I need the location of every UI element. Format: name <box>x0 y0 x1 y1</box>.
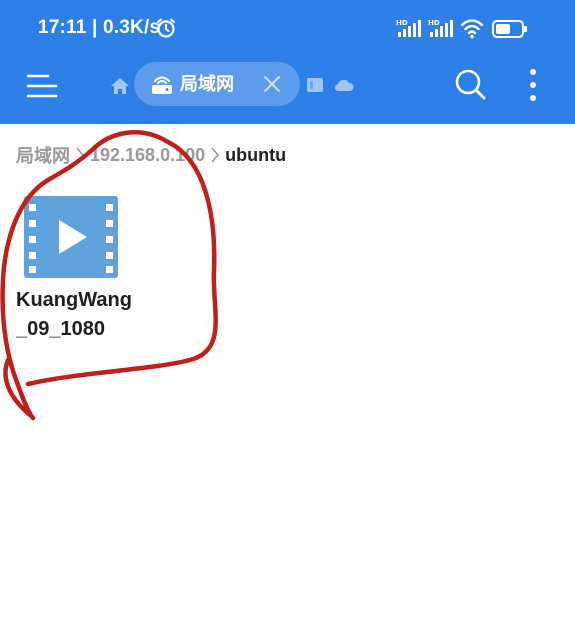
video-file-icon <box>24 196 118 278</box>
search-icon[interactable] <box>454 68 486 100</box>
menu-icon[interactable] <box>26 72 58 100</box>
hd-signal-icon: HD <box>396 19 421 37</box>
chevron-right-icon <box>211 147 220 163</box>
home-icon[interactable] <box>110 76 130 96</box>
storage-icon[interactable] <box>306 77 324 93</box>
chevron-right-icon <box>76 147 85 163</box>
more-vertical-icon[interactable] <box>524 68 542 102</box>
cloud-icon[interactable] <box>334 77 354 93</box>
svg-text:HD: HD <box>428 19 440 27</box>
top-app-bar: 17:11 | 0.3K/s HD HD 局域网 <box>0 0 575 124</box>
breadcrumb-item-current: ubuntu <box>225 144 287 165</box>
hd-signal-icon: HD <box>428 19 453 37</box>
network-drive-icon <box>152 76 172 94</box>
breadcrumb-item-host[interactable]: 192.168.0.100 <box>90 145 205 166</box>
tab-lan-label: 局域网 <box>180 74 234 94</box>
tab-lan[interactable]: 局域网 <box>134 62 300 106</box>
breadcrumb: 局域网 192.168.0.100 ubuntu <box>16 143 286 167</box>
wifi-icon <box>460 19 484 39</box>
breadcrumb-item-lan[interactable]: 局域网 <box>16 142 70 168</box>
svg-text:HD: HD <box>396 19 408 27</box>
status-bar: 17:11 | 0.3K/s HD HD <box>0 0 575 56</box>
alarm-icon <box>157 18 175 38</box>
navigation-toolbar: 局域网 <box>0 56 575 124</box>
file-name: KuangWang_09_1080 <box>16 289 132 340</box>
file-item[interactable]: KuangWang_09_1080 <box>16 192 140 348</box>
close-icon[interactable] <box>262 74 282 94</box>
status-time-speed: 17:11 | 0.3K/s <box>38 17 161 38</box>
battery-icon <box>492 20 527 38</box>
